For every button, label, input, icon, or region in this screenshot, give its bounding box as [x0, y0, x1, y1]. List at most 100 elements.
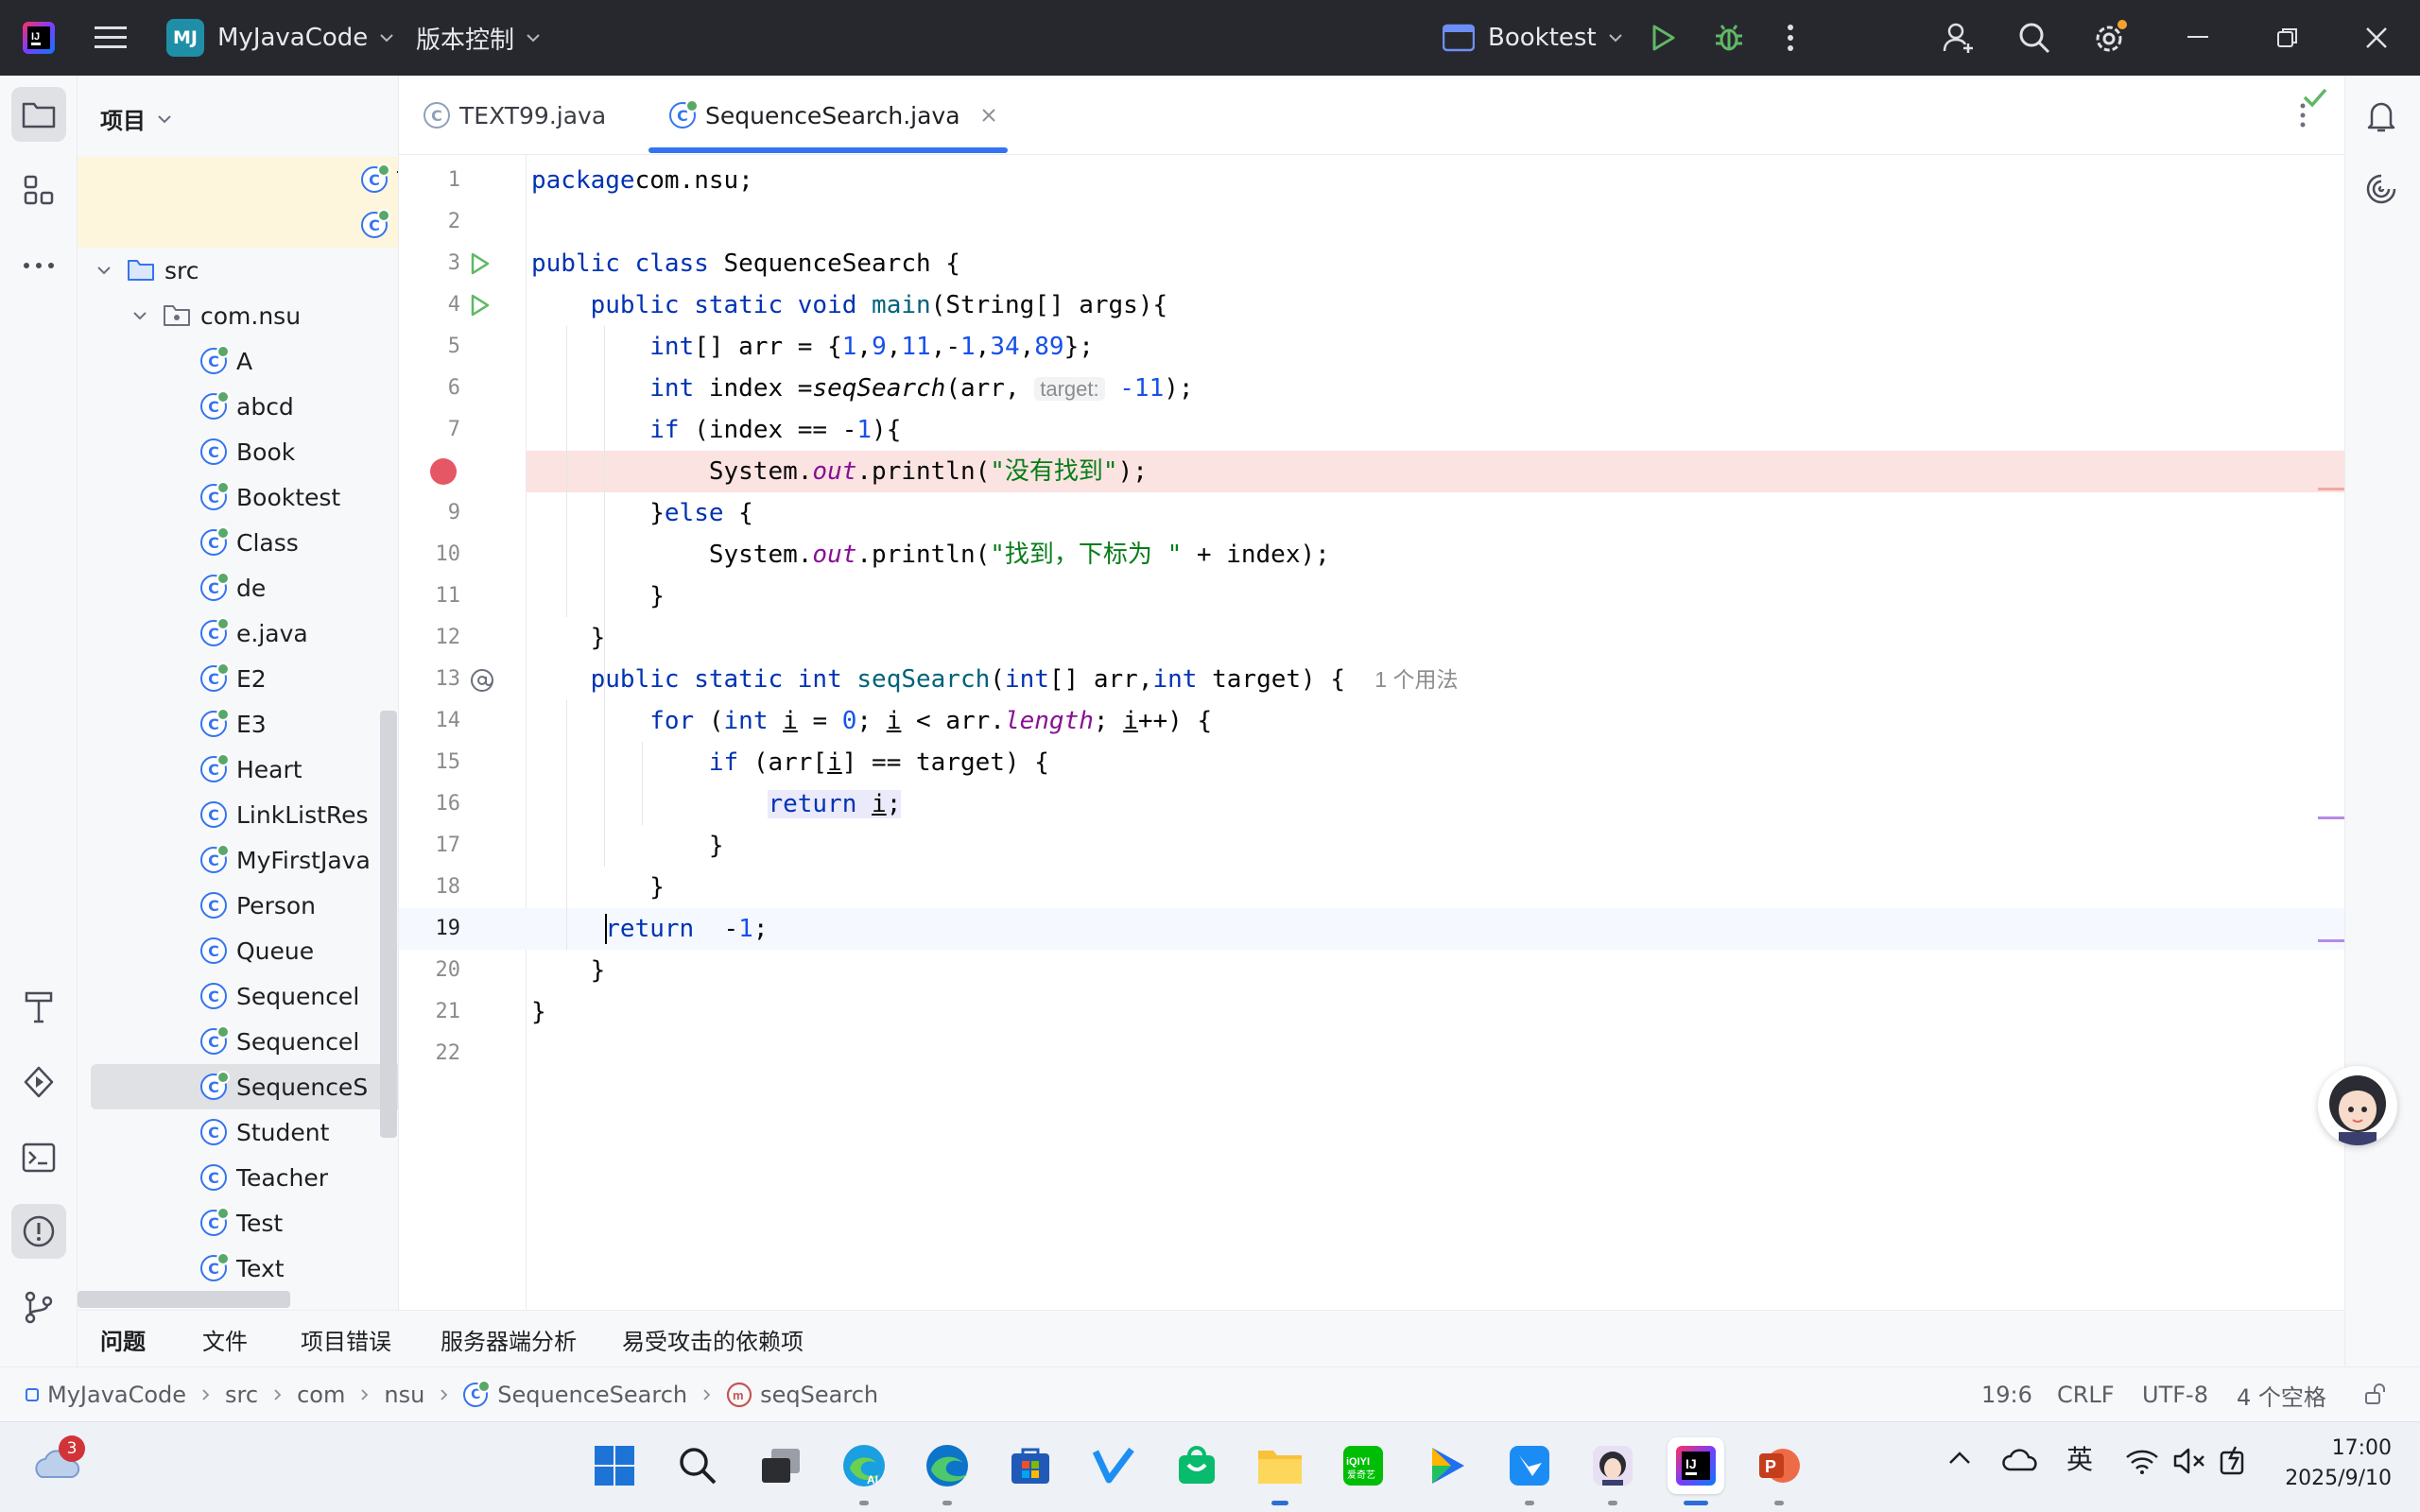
app-logo-icon[interactable]: IJ: [23, 0, 55, 76]
tree-item[interactable]: C MyFirstJava: [78, 837, 398, 883]
implemented-at-icon[interactable]: [469, 667, 495, 694]
weather-icon[interactable]: 3: [34, 1435, 87, 1486]
code-line[interactable]: return -1;: [527, 908, 2344, 950]
code-editor[interactable]: packagecom.nsu; public class SequenceSear…: [527, 155, 2344, 1310]
tree-item[interactable]: C E2: [78, 656, 398, 701]
onedrive-icon[interactable]: [2002, 1447, 2040, 1473]
more-vertical-icon[interactable]: [1787, 0, 1794, 76]
breadcrumb-item[interactable]: src: [225, 1382, 258, 1408]
code-line[interactable]: }: [527, 950, 2344, 991]
close-icon[interactable]: [981, 108, 996, 123]
code-line[interactable]: if (arr[i] == target) {: [527, 742, 2344, 783]
problems-tool-icon[interactable]: [11, 1204, 66, 1259]
git-tool-icon[interactable]: [11, 1280, 66, 1334]
ime-indicator[interactable]: 英: [2066, 1439, 2093, 1477]
line-separator[interactable]: CRLF: [2057, 1367, 2115, 1422]
bag-icon[interactable]: [1168, 1437, 1225, 1494]
intellij-icon[interactable]: IJ: [1668, 1437, 1724, 1505]
code-line[interactable]: }: [527, 867, 2344, 908]
tab-server-analysis[interactable]: 服务器端分析: [441, 1311, 577, 1367]
video-player-icon[interactable]: [1418, 1437, 1475, 1494]
code-line[interactable]: packagecom.nsu;: [527, 160, 2344, 201]
code-line[interactable]: }: [527, 825, 2344, 867]
code-line[interactable]: [527, 1033, 2344, 1074]
breadcrumb-item[interactable]: nsu: [384, 1382, 424, 1408]
run-icon[interactable]: [1651, 0, 1677, 76]
tree-item[interactable]: C Test: [78, 1200, 398, 1246]
tab-problems[interactable]: 问题: [100, 1311, 146, 1367]
tree-item[interactable]: com.nsu: [78, 293, 398, 338]
tree-item[interactable]: Ce.java: [78, 610, 398, 656]
more-tools-icon[interactable]: [11, 238, 66, 293]
chevron-down-icon[interactable]: [132, 311, 147, 320]
tree-item[interactable]: C Sequencel: [78, 973, 398, 1019]
folder-icon[interactable]: [1252, 1437, 1308, 1505]
code-line[interactable]: int index =seqSearch(arr, target: -11);: [527, 368, 2344, 409]
ai-assistant-icon[interactable]: [2364, 172, 2398, 206]
notifications-icon[interactable]: [2364, 98, 2398, 134]
services-tool-icon[interactable]: [11, 1055, 66, 1109]
code-line[interactable]: for (int i = 0; i < arr.length; i++) {: [527, 700, 2344, 742]
usage-stripe-mark[interactable]: [2318, 939, 2344, 942]
edge-ai-icon[interactable]: AI: [836, 1437, 892, 1505]
tree-item[interactable]: CT: [78, 157, 398, 202]
search-icon[interactable]: [2017, 0, 2051, 76]
code-line[interactable]: }: [527, 991, 2344, 1033]
lock-icon[interactable]: [2363, 1367, 2386, 1422]
tree-item[interactable]: CA: [78, 338, 398, 384]
assistant-avatar[interactable]: [2318, 1066, 2397, 1145]
project-tool-icon[interactable]: [11, 87, 66, 142]
tab-project-errors[interactable]: 项目错误: [301, 1311, 391, 1367]
code-line[interactable]: System.out.println("没有找到");: [527, 451, 2344, 492]
edge-icon[interactable]: [919, 1437, 976, 1505]
code-line[interactable]: int[] arr = {1,9,11,-1,34,89};: [527, 326, 2344, 368]
code-line[interactable]: return i;: [527, 783, 2344, 825]
chevron-up-icon[interactable]: [1947, 1451, 1972, 1466]
tree-item[interactable]: Cde: [78, 565, 398, 610]
tree-item[interactable]: C Text: [78, 1246, 398, 1291]
tree-item[interactable]: C SequenceS: [91, 1064, 398, 1109]
add-user-icon[interactable]: [1942, 0, 1976, 76]
minimize-icon[interactable]: [2187, 0, 2208, 76]
build-tool-icon[interactable]: [11, 979, 66, 1034]
tree-item[interactable]: Cx: [78, 202, 398, 248]
breadcrumb-item[interactable]: seqSearch: [760, 1382, 878, 1408]
powerpoint-icon[interactable]: P: [1751, 1437, 1807, 1505]
usage-stripe-mark[interactable]: [2318, 816, 2344, 819]
tree-item[interactable]: C Heart: [78, 747, 398, 792]
code-line[interactable]: }: [527, 576, 2344, 617]
vcs-menu[interactable]: 版本控制: [416, 0, 541, 76]
code-line[interactable]: }else {: [527, 492, 2344, 534]
tree-item[interactable]: C E3: [78, 701, 398, 747]
terminal-tool-icon[interactable]: [11, 1130, 66, 1185]
tab-text99[interactable]: C TEXT99.java: [424, 76, 606, 155]
breadcrumb-item[interactable]: MyJavaCode: [47, 1382, 186, 1408]
run-gutter-icon[interactable]: [469, 293, 492, 318]
project-switcher[interactable]: MJ MyJavaCode: [166, 0, 394, 76]
start-icon[interactable]: [586, 1437, 643, 1494]
feishu-icon[interactable]: [1501, 1437, 1558, 1505]
volume-muted-icon[interactable]: [2172, 1447, 2206, 1475]
battery-icon[interactable]: [2218, 1445, 2252, 1477]
code-line[interactable]: System.out.println("找到，下标为 " + index);: [527, 534, 2344, 576]
code-line[interactable]: public class SequenceSearch {: [527, 243, 2344, 284]
code-line[interactable]: [527, 201, 2344, 243]
iqiyi-icon[interactable]: iQIYI 爱奇艺: [1335, 1437, 1392, 1494]
task-view-icon[interactable]: [752, 1437, 809, 1494]
usage-hint[interactable]: 1 个用法: [1374, 667, 1458, 692]
error-stripe-mark[interactable]: [2318, 488, 2344, 490]
chevron-down-icon[interactable]: [96, 266, 112, 275]
store-icon[interactable]: [1002, 1437, 1059, 1494]
tab-file[interactable]: 文件: [202, 1311, 248, 1367]
tree-item[interactable]: C Teacher: [78, 1155, 398, 1200]
code-line[interactable]: }: [527, 617, 2344, 659]
tree-item[interactable]: src: [78, 248, 398, 293]
breadcrumb-item[interactable]: com: [297, 1382, 345, 1408]
indent-setting[interactable]: 4 个空格: [2237, 1367, 2326, 1422]
tree-item[interactable]: Cabcd: [78, 384, 398, 429]
tree-item[interactable]: C Student: [78, 1109, 398, 1155]
debug-icon[interactable]: [1713, 0, 1745, 76]
hamburger-menu-icon[interactable]: [95, 0, 127, 76]
settings-icon[interactable]: [2091, 0, 2129, 76]
code-line[interactable]: if (index == -1){: [527, 409, 2344, 451]
